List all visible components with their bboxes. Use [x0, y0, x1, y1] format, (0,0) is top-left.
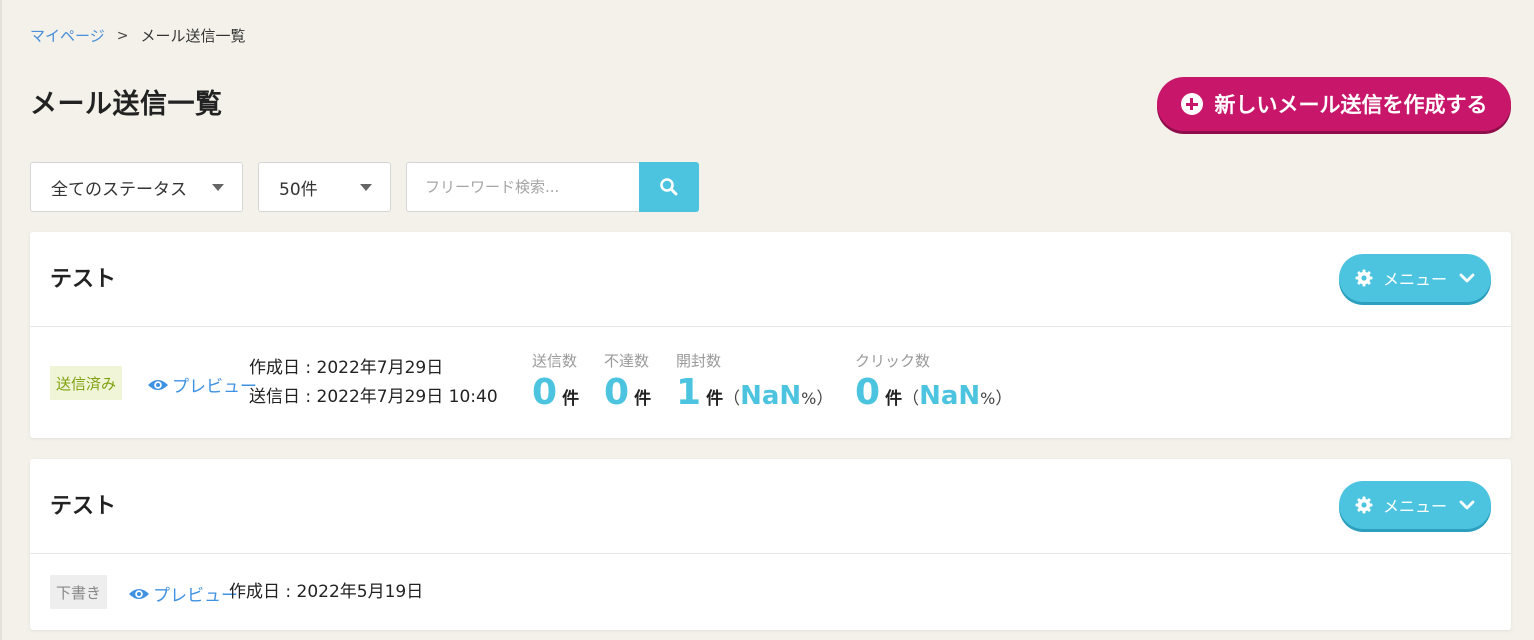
- mail-title: テスト: [50, 267, 117, 292]
- preview-label: プレビュー: [153, 586, 238, 606]
- stat-open-value: 1: [676, 372, 702, 413]
- search-button[interactable]: [639, 162, 699, 212]
- gear-icon: [1355, 496, 1373, 514]
- mail-card-header: テスト メニュー: [30, 459, 1511, 554]
- stat-open-label: 開封数: [676, 352, 722, 370]
- chevron-down-icon: [1459, 272, 1475, 284]
- preview-label: プレビュー: [172, 377, 257, 397]
- eye-icon: [129, 588, 149, 599]
- sent-date: 送信日 : 2022年7月29日 10:40: [249, 387, 498, 407]
- stat-click-percent: %: [980, 389, 996, 408]
- mail-menu-button[interactable]: メニュー: [1339, 481, 1491, 529]
- chevron-down-icon: [1459, 499, 1475, 511]
- eye-icon: [148, 379, 168, 390]
- mail-dates: 作成日 : 2022年7月29日 送信日 : 2022年7月29日 10:40: [249, 354, 498, 412]
- stat-click-value: 0: [855, 372, 881, 413]
- mail-title: テスト: [50, 494, 117, 519]
- stat-click-paren-open: （: [902, 389, 920, 409]
- breadcrumb-home-link[interactable]: マイページ: [30, 26, 105, 46]
- preview-link[interactable]: プレビュー: [147, 372, 257, 397]
- stat-bounce-unit: 件: [634, 389, 652, 409]
- created-date: 作成日 : 2022年7月29日: [249, 358, 444, 378]
- caret-down-icon: [212, 184, 224, 191]
- left-divider: [0, 0, 2, 640]
- search-icon: [660, 178, 678, 196]
- breadcrumb-current: メール送信一覧: [140, 27, 246, 45]
- stat-bounce-label: 不達数: [604, 352, 650, 370]
- create-mail-button-label: 新しいメール送信を作成する: [1214, 93, 1488, 117]
- mail-dates: 作成日 : 2022年5月19日: [229, 578, 423, 607]
- plus-circle-icon: [1180, 93, 1203, 115]
- mail-card: テスト メニュー 送信済み プレビュー 作成日: 2022年7月29日 送信日…: [30, 232, 1511, 438]
- mail-card-header: テスト メニュー: [30, 232, 1511, 327]
- stat-open-paren-open: （: [723, 389, 741, 409]
- status-filter-select[interactable]: 全てのステータス: [30, 162, 243, 212]
- page-size-value: 50件: [279, 179, 318, 200]
- stat-sent-value: 0: [532, 372, 558, 413]
- stat-click-unit: 件: [885, 389, 903, 409]
- mail-menu-label: メニュー: [1382, 497, 1447, 516]
- breadcrumb-separator: >: [116, 28, 129, 44]
- search-input[interactable]: [406, 162, 639, 212]
- status-filter-value: 全てのステータス: [51, 179, 187, 200]
- status-badge: 送信済み: [50, 366, 123, 400]
- page-size-select[interactable]: 50件: [258, 162, 391, 212]
- stat-open-paren-close: ）: [816, 389, 834, 409]
- create-mail-button[interactable]: 新しいメール送信を作成する: [1157, 77, 1511, 131]
- breadcrumb: マイページ > メール送信一覧: [30, 26, 245, 46]
- stat-click-paren-close: ）: [995, 389, 1013, 409]
- created-date: 作成日 : 2022年5月19日: [229, 582, 424, 602]
- stat-click-label: クリック数: [855, 352, 931, 370]
- stat-open-percent: %: [801, 389, 817, 408]
- stat-open-rate: NaN: [740, 381, 802, 411]
- page-title: メール送信一覧: [30, 89, 223, 120]
- mail-card: テスト メニュー 下書き プレビュー 作成日: 2022年5月19日: [30, 459, 1511, 630]
- gear-icon: [1355, 269, 1373, 287]
- mail-menu-label: メニュー: [1382, 270, 1447, 289]
- caret-down-icon: [360, 184, 372, 191]
- stat-sent-unit: 件: [562, 389, 580, 409]
- stat-sent-label: 送信数: [532, 352, 578, 370]
- stat-open-unit: 件: [706, 389, 724, 409]
- mail-menu-button[interactable]: メニュー: [1339, 254, 1491, 302]
- preview-link[interactable]: プレビュー: [128, 581, 238, 606]
- stat-bounce-value: 0: [604, 372, 630, 413]
- status-badge: 下書き: [50, 575, 108, 609]
- stat-click-rate: NaN: [919, 381, 981, 411]
